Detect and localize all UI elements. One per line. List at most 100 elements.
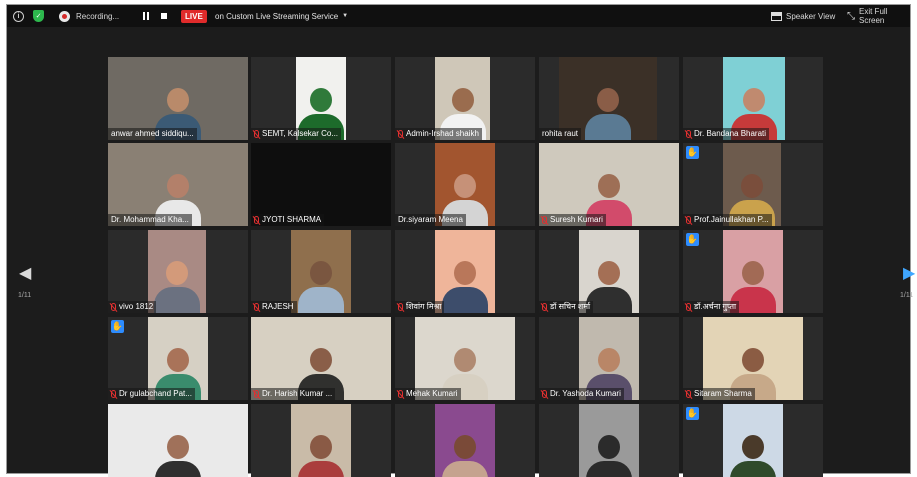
participant-head (310, 348, 332, 372)
speaker-view-button[interactable]: Speaker View (771, 8, 835, 24)
mic-muted-icon (111, 390, 116, 398)
participant-name: Dr. Mohammad Kha... (111, 215, 189, 224)
participant-name: JYOTI SHARMA (262, 215, 322, 224)
mic-muted-icon (686, 390, 691, 398)
participant-name-label: शिवांग मिश्रा (395, 301, 445, 313)
exit-fullscreen-button[interactable]: ⤡ Exit Full Screen (847, 7, 910, 25)
meeting-toolbar: i ✓ Recording... LIVE on Custom Live Str… (7, 5, 910, 27)
participant-tile[interactable]: RAJESH (251, 230, 391, 313)
page-count-right: 1/11 (900, 292, 914, 299)
participant-torso (155, 461, 201, 477)
participant-head (742, 435, 764, 459)
participant-name-label: rohita raut (539, 128, 582, 140)
participant-name: Dr. Bandana Bharati (694, 129, 767, 138)
participant-tile[interactable]: Dr. Bandana Bharati (683, 57, 823, 140)
participant-tile[interactable]: ✋ Prof.Jainullakhan P... (683, 143, 823, 226)
participant-name: Sitaram Sharma (694, 389, 752, 398)
participant-torso (586, 461, 632, 477)
participant-tile[interactable]: ✋ डॉ.अर्चना गुप्ता (683, 230, 823, 313)
participant-tile[interactable] (251, 404, 391, 477)
raised-hand-icon: ✋ (686, 146, 699, 159)
mic-muted-icon (542, 303, 547, 311)
participant-tile[interactable]: Mehak Kumari (395, 317, 535, 400)
participant-tile[interactable]: anwar ahmed siddiqu... (108, 57, 248, 140)
participant-tile[interactable]: डॉ सचिन शर्मा (539, 230, 679, 313)
participant-tile[interactable]: SEMT, Kalsekar Co... (251, 57, 391, 140)
participant-torso (585, 114, 631, 140)
participant-tile[interactable] (108, 404, 248, 477)
participant-name: RAJESH (262, 302, 294, 311)
participant-head (166, 261, 188, 285)
participant-torso (730, 461, 776, 477)
info-icon: i (13, 10, 24, 22)
participant-name: Dr. Harish Kumar ... (262, 389, 333, 398)
participant-head (310, 435, 332, 459)
participant-name-label: Dr. Mohammad Kha... (108, 214, 192, 226)
participant-head (454, 174, 476, 198)
participant-tile[interactable]: rohita raut (539, 57, 679, 140)
mic-muted-icon (254, 216, 259, 224)
mic-muted-icon (686, 130, 691, 138)
participant-tile[interactable]: Dr. Yashoda Kumari (539, 317, 679, 400)
mic-muted-icon (254, 130, 259, 138)
record-icon (59, 10, 70, 22)
participant-name: rohita raut (542, 129, 579, 138)
participant-head (167, 174, 189, 198)
participant-tile[interactable]: Dr.siyaram Meena (395, 143, 535, 226)
participant-name: SEMT, Kalsekar Co... (262, 129, 339, 138)
participant-head (454, 348, 476, 372)
meeting-info-button[interactable]: i (13, 8, 24, 24)
participant-head (310, 88, 332, 112)
participant-tile[interactable]: Sitaram Sharma (683, 317, 823, 400)
participant-tile[interactable]: Dr. Harish Kumar ... (251, 317, 391, 400)
participant-name-label: डॉ सचिन शर्मा (539, 301, 594, 313)
chevron-down-icon: ▼ (342, 13, 349, 19)
participant-name-label: SEMT, Kalsekar Co... (251, 128, 342, 140)
participant-tile[interactable]: Dr. Mohammad Kha... (108, 143, 248, 226)
participant-tile[interactable] (539, 404, 679, 477)
speaker-view-label: Speaker View (786, 11, 836, 21)
participant-name-label: Admin-Irshad shaikh (395, 128, 482, 140)
participant-name-label: anwar ahmed siddiqu... (108, 128, 197, 140)
participant-name: शिवांग मिश्रा (406, 302, 442, 311)
mic-muted-icon (398, 130, 403, 138)
stream-label: on Custom Live Streaming Service (215, 11, 339, 21)
stop-icon (159, 11, 169, 21)
participant-silhouette (298, 435, 344, 477)
participant-tile[interactable]: ✋ (683, 404, 823, 477)
participant-name-label: Suresh Kumari (539, 214, 606, 226)
participant-name: डॉ.अर्चना गुप्ता (694, 302, 737, 311)
pause-recording-button[interactable] (141, 8, 151, 24)
participant-head (167, 435, 189, 459)
participant-tile[interactable] (395, 404, 535, 477)
participant-head (742, 261, 764, 285)
participant-name-label: Mehak Kumari (395, 388, 461, 400)
participant-tile[interactable]: Suresh Kumari (539, 143, 679, 226)
page-count-left: 1/11 (18, 292, 32, 299)
participant-tile[interactable]: JYOTI SHARMA (251, 143, 391, 226)
stream-dropdown[interactable]: on Custom Live Streaming Service ▼ (215, 8, 348, 24)
participant-tile[interactable]: Admin-Irshad shaikh (395, 57, 535, 140)
participant-name: Dr gulabchand Pat... (119, 389, 192, 398)
participant-tile[interactable]: vivo 1812 (108, 230, 248, 313)
encryption-button[interactable]: ✓ (33, 8, 44, 24)
participant-head (742, 348, 764, 372)
participant-head (598, 348, 620, 372)
mic-muted-icon (686, 303, 691, 311)
participant-name-label: RAJESH (251, 301, 297, 313)
participant-torso (298, 461, 344, 477)
previous-page-arrow-icon[interactable]: ◀ (19, 263, 31, 283)
participant-name-label: vivo 1812 (108, 301, 157, 313)
participant-silhouette (585, 88, 631, 140)
participant-tile[interactable]: ✋ Dr gulabchand Pat... (108, 317, 248, 400)
participant-torso (154, 287, 200, 313)
participant-head (310, 261, 332, 285)
mic-muted-icon (398, 303, 403, 311)
participant-torso (442, 287, 488, 313)
participant-name-label: Sitaram Sharma (683, 388, 755, 400)
next-page-arrow-icon[interactable]: ▶ (903, 263, 915, 283)
participant-name: anwar ahmed siddiqu... (111, 129, 194, 138)
participant-name: Dr. Yashoda Kumari (550, 389, 621, 398)
participant-tile[interactable]: शिवांग मिश्रा (395, 230, 535, 313)
stop-recording-button[interactable] (159, 8, 169, 24)
